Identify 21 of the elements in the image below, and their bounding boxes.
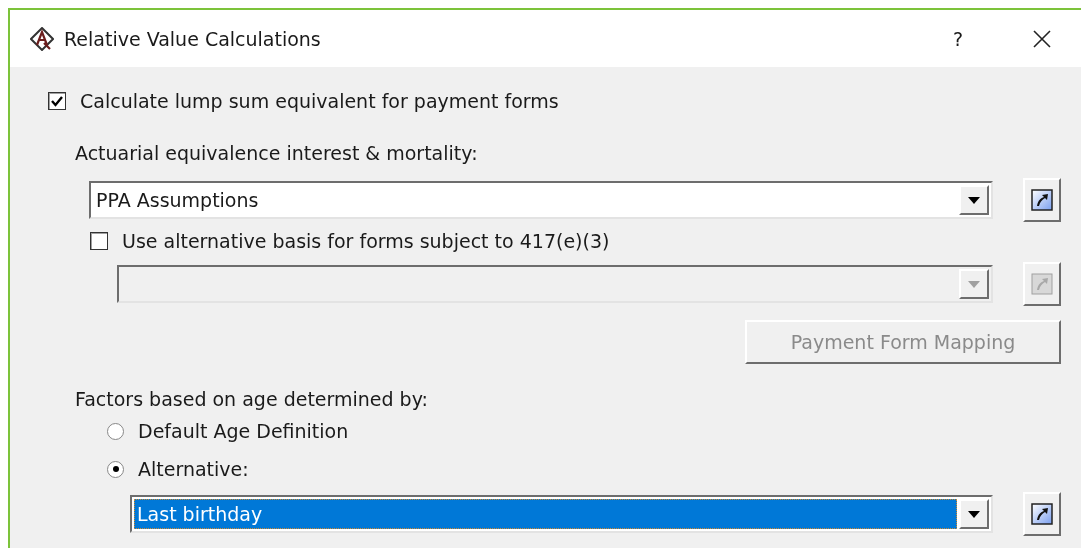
radio-button[interactable] [107,422,124,440]
checkbox-label: Use alternative basis for forms subject to 417(e)(3) [122,230,610,252]
dropdown-arrow-icon [968,280,980,288]
dropdown-arrow-icon [968,196,980,204]
radio-button[interactable] [107,460,124,478]
section-label: Factors based on age determined by: [75,388,429,410]
dropdown-field[interactable]: Last birthday [130,495,993,533]
close-icon[interactable] [1033,29,1051,48]
dropdown-arrow-icon [968,510,980,518]
checkbox-label: Calculate lump sum equivalent for payment forms [80,90,559,112]
help-button[interactable]: ? [913,27,1003,50]
checkbox[interactable] [48,92,66,110]
dropdown-field[interactable]: PPA Assumptions [89,181,993,219]
section-label: Actuarial equivalence interest & mortality: [75,142,479,164]
window-title: Relative Value Calculations [64,27,322,50]
open-link-button[interactable] [1023,492,1061,536]
app-logo-icon [30,26,54,51]
open-link-button[interactable] [1023,178,1061,222]
radio-label: Alternative: [138,458,249,480]
checkbox[interactable] [90,232,108,250]
radio-label: Default Age Definition [138,420,349,442]
